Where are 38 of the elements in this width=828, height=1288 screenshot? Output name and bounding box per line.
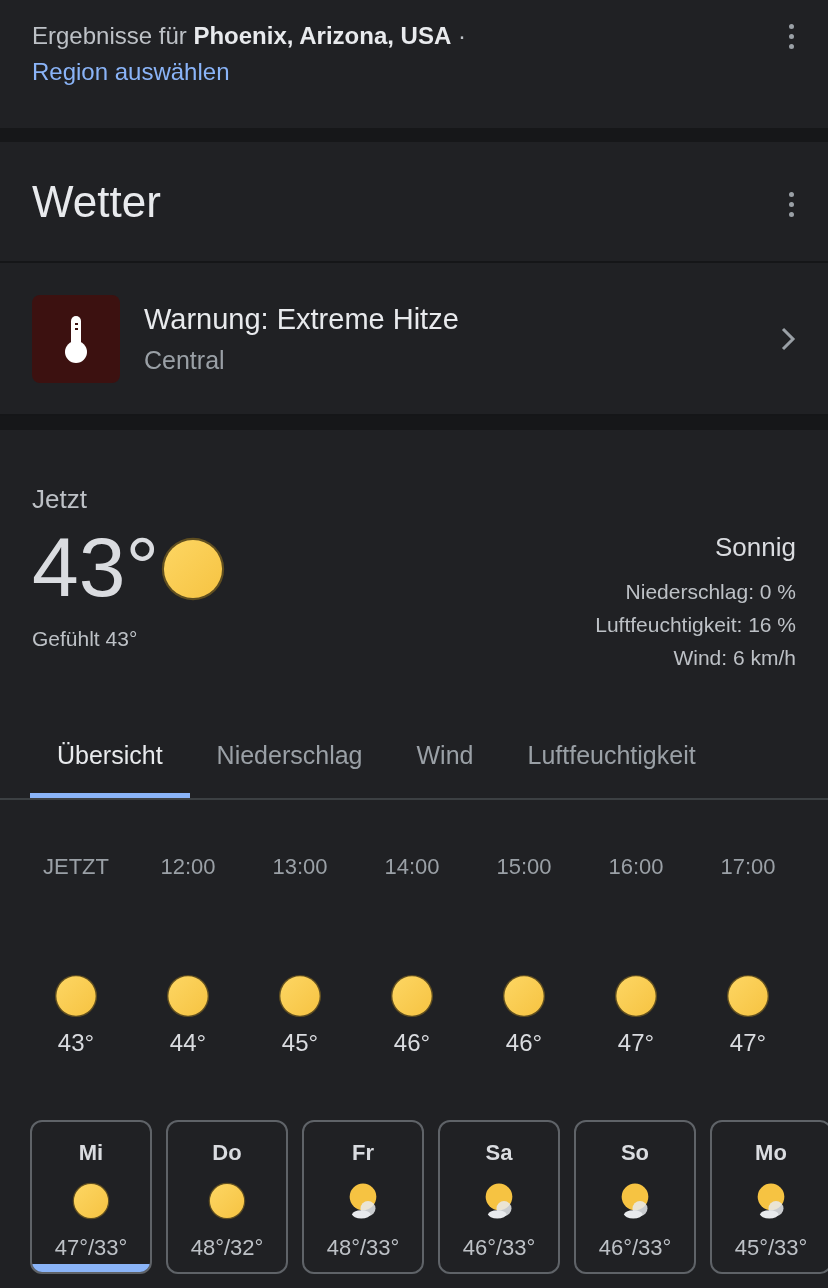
current-temperature: 43° <box>32 519 160 615</box>
warning-region: Central <box>144 344 226 376</box>
day-card[interactable]: Mo 45°/33° <box>710 1120 828 1274</box>
results-text: Ergebnisse für Phoenix, Arizona, USA · <box>32 21 466 51</box>
hour-label: 13:00 <box>272 853 328 881</box>
day-card[interactable]: Mi 47°/33° <box>30 1120 152 1274</box>
hour-label: 14:00 <box>384 853 440 881</box>
tab[interactable]: Luftfeuchtigkeit <box>500 718 723 798</box>
warning-title: Warnung: Extreme Hitze <box>144 302 460 337</box>
hour-temperature: 46° <box>393 1028 431 1058</box>
feels-like-text: Gefühlt 43° <box>32 626 139 652</box>
hour-label: JETZT <box>43 853 109 881</box>
day-card[interactable]: Do 48°/32° <box>166 1120 288 1274</box>
section-title: Wetter <box>32 175 161 228</box>
day-card[interactable]: Fr 48°/33° <box>302 1120 424 1274</box>
hour-label: 15:00 <box>496 853 552 881</box>
condition-text: Sonnig <box>714 531 796 564</box>
tab[interactable]: Übersicht <box>30 718 190 798</box>
now-label: Jetzt <box>32 483 88 516</box>
detail-text: Luftfeuchtigkeit: 16 % <box>595 612 796 638</box>
hour-label: 17:00 <box>720 853 776 881</box>
detail-text: Niederschlag: 0 % <box>624 579 796 605</box>
hour-temperature: 43° <box>57 1028 95 1058</box>
day-card[interactable]: So 46°/33° <box>574 1120 696 1274</box>
chevron-right-icon <box>780 325 796 352</box>
tab[interactable]: Wind <box>389 718 501 798</box>
hour-temperature: 47° <box>617 1028 655 1058</box>
detail-text: Wind: 6 km/h <box>672 645 796 671</box>
hour-label: 12:00 <box>160 853 216 881</box>
thermometer-icon <box>63 313 89 364</box>
hour-temperature: 46° <box>505 1028 543 1058</box>
day-card[interactable]: Sa 46°/33° <box>438 1120 560 1274</box>
region-link[interactable]: Region auswählen <box>32 58 230 85</box>
hour-label: 16:00 <box>608 853 664 881</box>
hour-temperature: 44° <box>169 1028 207 1058</box>
hour-temperature: 45° <box>281 1028 319 1058</box>
tab[interactable]: Niederschlag <box>189 718 390 798</box>
hour-temperature: 47° <box>729 1028 767 1058</box>
